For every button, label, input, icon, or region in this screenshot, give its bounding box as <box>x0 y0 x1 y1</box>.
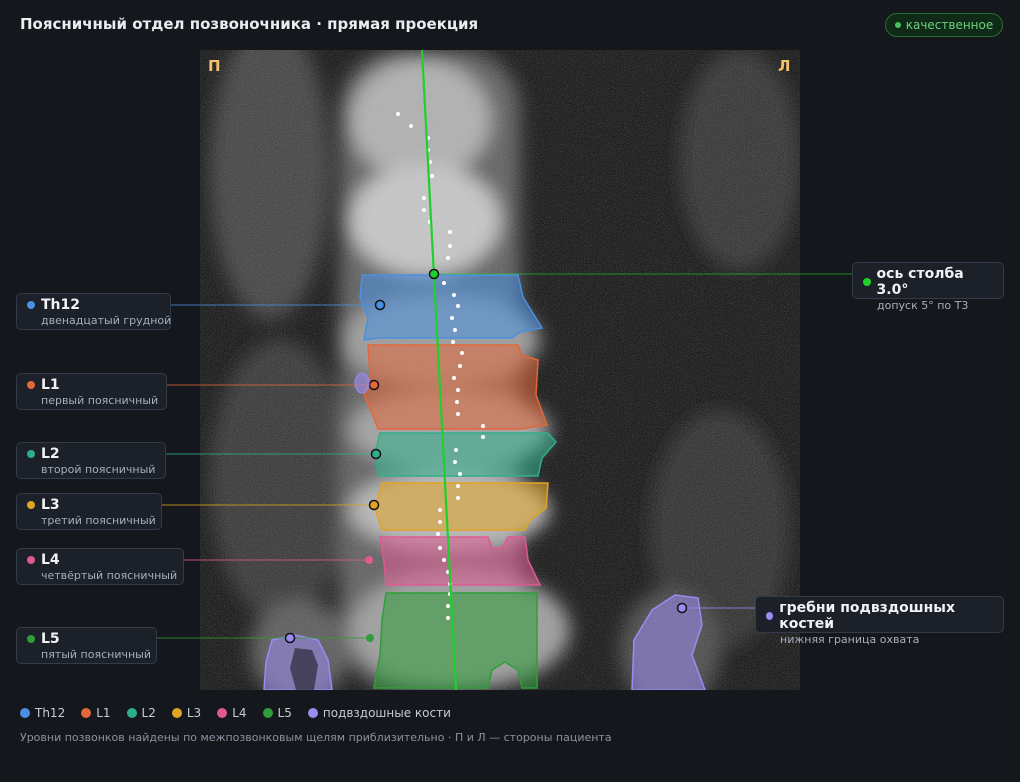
l3-color-dot-icon <box>27 501 35 509</box>
xray-segmentation-canvas <box>200 50 800 690</box>
label-iliac-subtitle: нижняя граница охвата <box>780 633 920 646</box>
legend-item-iliac[interactable]: подвздошные кости <box>307 706 451 720</box>
legend-dot-icon <box>126 708 137 718</box>
label-th12-name: Th12 <box>41 297 80 313</box>
vertebra-th12-mask <box>359 274 544 341</box>
quality-status-badge: качественное <box>885 13 1003 37</box>
label-l2-description: второй поясничный <box>41 463 156 476</box>
legend-item-label: L4 <box>232 706 247 720</box>
label-l2-name: L2 <box>41 446 60 462</box>
label-th12-description: двенадцатый грудной <box>41 314 172 327</box>
legend-item-l4[interactable]: L4 <box>217 706 247 720</box>
l4-color-dot-icon <box>27 556 35 564</box>
label-l2[interactable]: L2 второй поясничный <box>16 442 166 479</box>
side-marker-left: Л <box>778 57 791 75</box>
th12-color-dot-icon <box>27 301 35 309</box>
legend-dot-icon <box>262 708 273 718</box>
vertebra-l2-mask <box>374 432 557 477</box>
legend: Th12 L1 L2 L3 L4 L5 подвздошные кости <box>20 706 451 720</box>
vertebra-l4-mask <box>379 536 542 586</box>
footnote: Уровни позвонков найдены по межпозвонков… <box>20 731 612 744</box>
legend-item-label: L3 <box>186 706 202 720</box>
vertebra-l3-mask <box>374 482 549 531</box>
legend-dot-icon <box>20 708 30 718</box>
vertebra-l1-mask <box>363 344 549 430</box>
label-axis-subtitle: допуск 5° по Т3 <box>877 299 969 312</box>
label-iliac-crests[interactable]: гребни подвздошных костей нижняя граница… <box>755 596 1004 646</box>
label-iliac-title: гребни подвздошных костей <box>779 600 955 632</box>
l5-color-dot-icon <box>27 635 35 643</box>
legend-dot-icon <box>307 708 318 718</box>
label-l5-description: пятый поясничный <box>41 648 151 661</box>
label-l3[interactable]: L3 третий поясничный <box>16 493 162 530</box>
label-l1-description: первый поясничный <box>41 394 159 407</box>
label-l4-name: L4 <box>41 552 60 568</box>
label-l4-description: четвёртый поясничный <box>41 569 178 582</box>
label-l3-description: третий поясничный <box>41 514 156 527</box>
label-l5-name: L5 <box>41 631 60 647</box>
label-th12[interactable]: Th12 двенадцатый грудной <box>16 293 171 330</box>
l1-color-dot-icon <box>27 381 35 389</box>
legend-dot-icon <box>217 708 228 718</box>
label-l1[interactable]: L1 первый поясничный <box>16 373 167 410</box>
legend-item-label: подвздошные кости <box>322 706 451 720</box>
label-l5[interactable]: L5 пятый поясничный <box>16 627 157 664</box>
label-l3-name: L3 <box>41 497 60 513</box>
label-l1-name: L1 <box>41 377 60 393</box>
legend-dot-icon <box>81 708 92 718</box>
side-marker-right: П <box>208 57 221 75</box>
legend-dot-icon <box>171 708 182 718</box>
legend-item-l5[interactable]: L5 <box>262 706 292 720</box>
legend-item-th12[interactable]: Th12 <box>20 706 65 720</box>
legend-item-label: L5 <box>277 706 292 720</box>
axis-color-dot-icon <box>863 278 871 286</box>
iliac-color-dot-icon <box>766 612 774 620</box>
legend-item-l3[interactable]: L3 <box>171 706 202 720</box>
legend-item-label: L2 <box>141 706 156 720</box>
l2-color-dot-icon <box>27 450 35 458</box>
page-title: Поясничный отдел позвоночника · прямая п… <box>20 15 479 33</box>
legend-item-l2[interactable]: L2 <box>126 706 156 720</box>
xray-image[interactable]: П Л <box>200 50 800 690</box>
label-l4[interactable]: L4 четвёртый поясничный <box>16 548 184 585</box>
legend-item-label: L1 <box>96 706 111 720</box>
quality-badge-label: качественное <box>905 18 994 32</box>
label-axis-title: ось столба 3.0° <box>876 266 964 298</box>
status-dot-icon <box>894 22 901 28</box>
label-spine-axis[interactable]: ось столба 3.0° допуск 5° по Т3 <box>852 262 1004 312</box>
legend-item-label: Th12 <box>35 706 66 720</box>
legend-item-l1[interactable]: L1 <box>81 706 111 720</box>
